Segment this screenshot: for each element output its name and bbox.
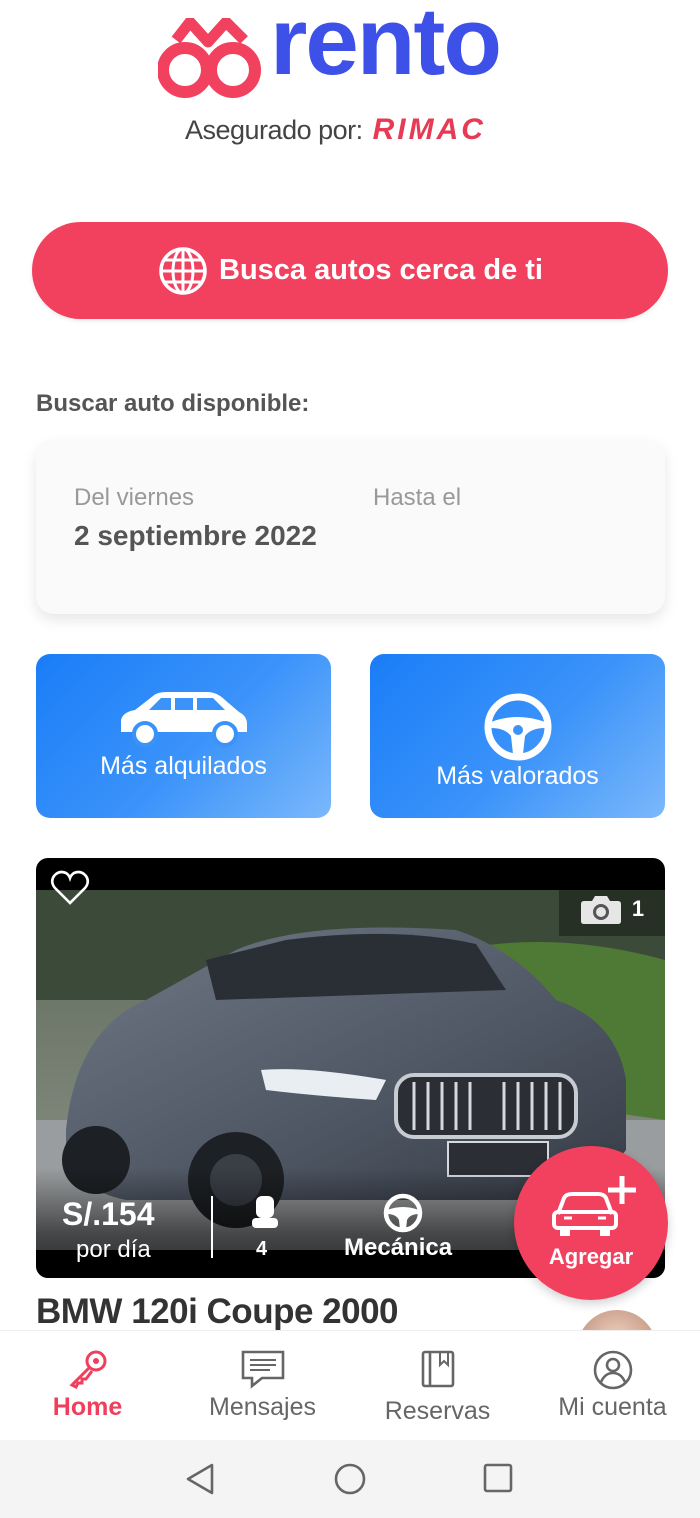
app-logo: rento (158, 0, 548, 98)
key-icon (68, 1350, 106, 1389)
photo-counter[interactable]: 1 (559, 882, 665, 936)
insurer-logo: RIMAC (372, 113, 486, 146)
back-icon[interactable] (184, 1462, 216, 1496)
nav-account-label: Mi cuenta (558, 1393, 667, 1421)
add-car-button[interactable]: Agregar (514, 1146, 668, 1300)
start-date-value[interactable]: 2 septiembre 2022 (74, 516, 334, 556)
nav-home-label: Home (52, 1393, 123, 1421)
favorite-heart-icon[interactable] (50, 870, 90, 906)
filter-most-rented-label: Más alquilados (100, 752, 267, 780)
globe-icon (159, 246, 207, 295)
logo-rings-icon (158, 18, 261, 98)
nav-account[interactable]: Mi cuenta (525, 1331, 700, 1441)
nav-reservations-label: Reservas (384, 1397, 491, 1425)
insured-label: Asegurado por: (185, 114, 363, 145)
home-circle-icon[interactable] (333, 1462, 367, 1496)
transmission-wheel-icon (383, 1193, 423, 1233)
bottom-navigation: Home Mensajes Reservas Mi cuenta (0, 1330, 700, 1440)
app-screen: rento Asegurado por: RIMAC Busca autos c… (0, 0, 700, 1518)
filter-most-rented[interactable]: Más alquilados (36, 654, 331, 818)
add-car-label: Agregar (548, 1244, 634, 1269)
section-title: Buscar auto disponible: (36, 390, 310, 417)
system-navigation-bar (0, 1440, 700, 1518)
end-date-label[interactable]: Hasta el (373, 484, 461, 512)
search-nearby-label: Busca autos cerca de ti (219, 254, 543, 286)
filter-top-rated-label: Más valorados (436, 762, 599, 790)
nav-reservations[interactable]: Reservas (350, 1331, 525, 1441)
camera-icon (580, 896, 621, 924)
price-value: S/.154 (62, 1196, 155, 1232)
book-icon (421, 1350, 454, 1388)
logo-wordmark: rento (270, 0, 502, 95)
insured-by: Asegurado por: RIMAC (185, 110, 486, 150)
start-date-label: Del viernes (74, 484, 195, 511)
nav-messages[interactable]: Mensajes (175, 1331, 350, 1441)
filter-top-rated[interactable]: Más valorados (370, 654, 665, 818)
info-divider (211, 1196, 213, 1258)
message-icon (241, 1350, 284, 1389)
search-nearby-button[interactable]: Busca autos cerca de ti (32, 222, 668, 319)
recents-icon[interactable] (483, 1462, 513, 1494)
transmission-type: Mecánica (344, 1234, 453, 1261)
user-icon (593, 1350, 632, 1390)
add-car-icon (552, 1176, 636, 1236)
price-unit: por día (76, 1236, 151, 1263)
date-range-picker[interactable]: Del viernes 2 septiembre 2022 Hasta el (36, 440, 665, 614)
seat-icon (252, 1196, 278, 1228)
seats-count: 4 (256, 1238, 268, 1260)
car-icon (120, 692, 247, 747)
photo-count: 1 (631, 896, 645, 921)
nav-home[interactable]: Home (0, 1331, 175, 1441)
car-title[interactable]: BMW 120i Coupe 2000 (36, 1292, 399, 1332)
nav-messages-label: Mensajes (209, 1393, 316, 1421)
steering-wheel-icon (484, 693, 551, 761)
